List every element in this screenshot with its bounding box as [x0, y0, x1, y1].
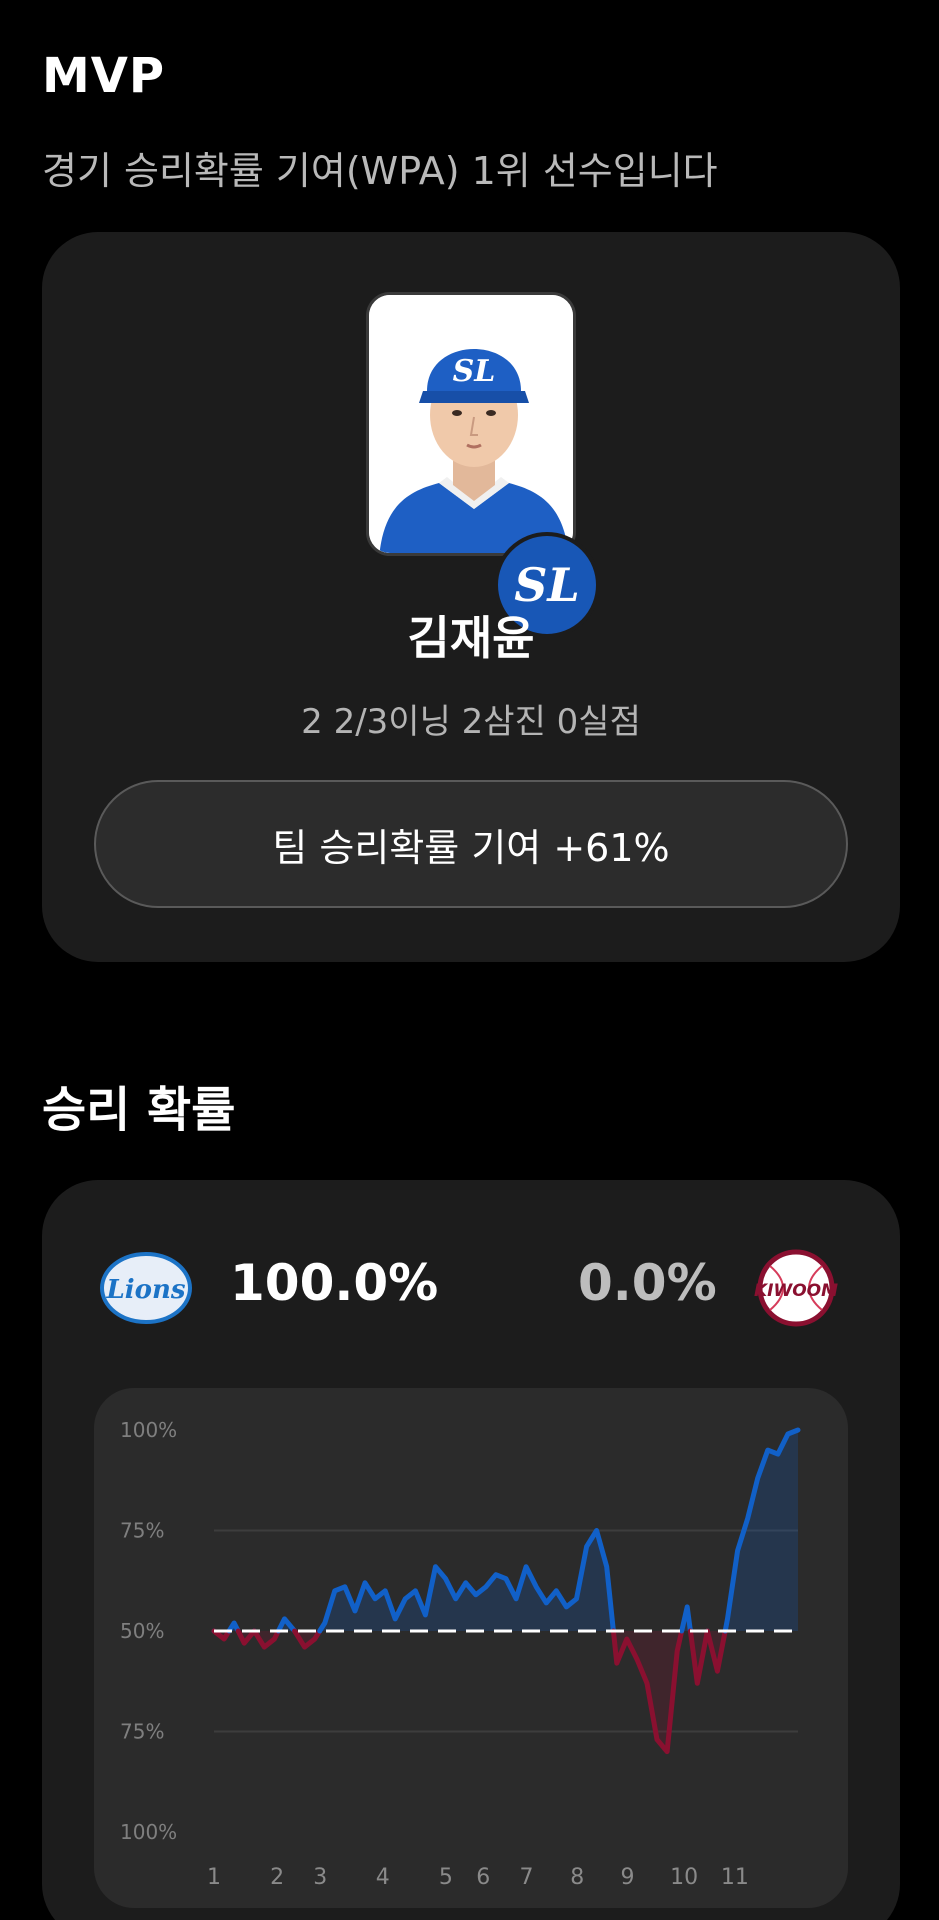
home-win-pct: 100.0%: [230, 1254, 439, 1312]
away-win-pct: 0.0%: [578, 1254, 717, 1312]
x-tick-label: 10: [670, 1865, 698, 1890]
x-tick-label: 2: [270, 1865, 284, 1890]
x-tick-label: 9: [620, 1865, 634, 1890]
player-portrait-image: SL: [369, 295, 573, 553]
x-tick-label: 6: [476, 1865, 490, 1890]
player-stats: 2 2/3이닝 2삼진 0실점: [301, 702, 641, 742]
x-tick-label: 7: [519, 1865, 533, 1890]
y-tick-label: 75%: [120, 1720, 164, 1744]
svg-text:SL: SL: [453, 354, 496, 389]
player-photo: SL: [366, 292, 576, 556]
wpa-contribution-label: 팀 승리확률 기여 +61%: [272, 825, 670, 870]
y-tick-label: 100%: [120, 1418, 177, 1442]
x-tick-label: 8: [570, 1865, 584, 1890]
win-probability-title: 승리 확률: [42, 1082, 236, 1138]
x-tick-label: 4: [376, 1865, 390, 1890]
mvp-title: MVP: [42, 48, 166, 104]
player-photo-wrap[interactable]: SL SL: [366, 292, 600, 638]
x-tick-label: 3: [313, 1865, 327, 1890]
y-tick-label: 100%: [120, 1820, 177, 1844]
x-tick-label: 1: [207, 1865, 221, 1890]
mvp-card: SL SL 김재윤 2 2/3이닝 2삼진 0실점 팀 승리확률 기여 +61%: [42, 232, 900, 962]
y-tick-label: 75%: [120, 1519, 164, 1543]
win-probability-chart-svg: 100% 75% 50% 75% 100% 1 2 3 4 5 6 7 8 9 10 11: [120, 1418, 801, 1890]
lions-logo-icon: Lions: [98, 1246, 194, 1330]
kiwoom-logo-icon: KIWOOM: [748, 1246, 844, 1330]
win-probability-chart: 100% 75% 50% 75% 100% 1 2 3 4 5 6 7 8 9 10 11: [94, 1388, 848, 1908]
win-probability-card: Lions 100.0% 0.0% KIWOOM 100% 75% 50% 75% 10…: [42, 1180, 900, 1920]
player-name: 김재윤: [407, 611, 535, 665]
lions-logo-text: Lions: [105, 1275, 185, 1305]
y-tick-label: 50%: [120, 1619, 164, 1643]
x-tick-label: 5: [439, 1865, 453, 1890]
mvp-subtitle: 경기 승리확률 기여(WPA) 1위 선수입니다: [42, 149, 718, 193]
x-tick-label: 11: [721, 1865, 749, 1890]
wpa-contribution-button[interactable]: 팀 승리확률 기여 +61%: [94, 780, 848, 908]
kiwoom-logo-text: KIWOOM: [754, 1281, 838, 1301]
